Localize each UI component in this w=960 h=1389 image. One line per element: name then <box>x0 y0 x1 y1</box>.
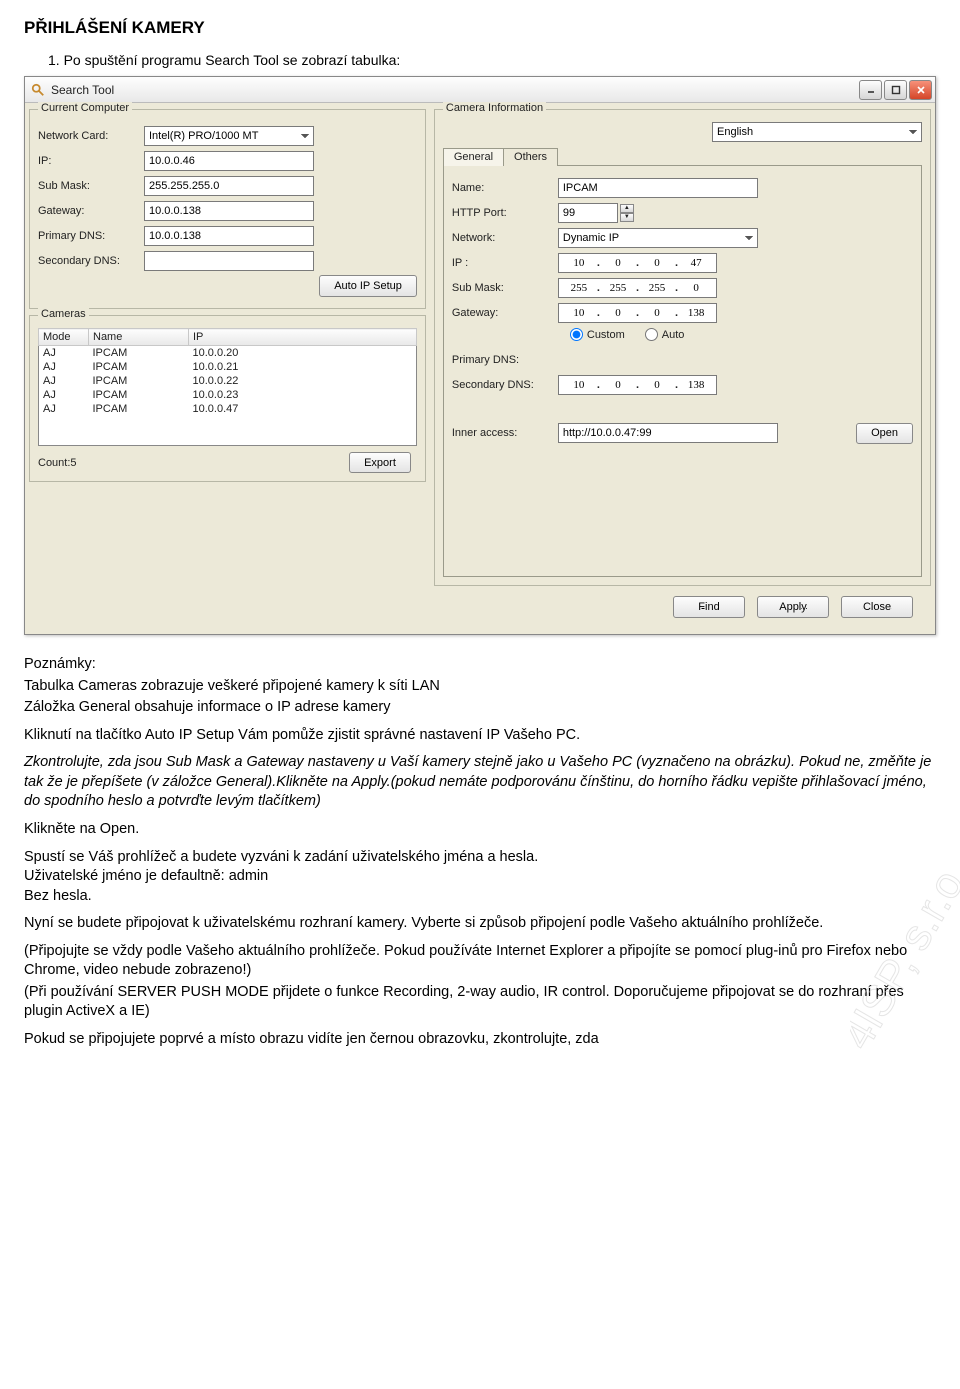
current-computer-legend: Current Computer <box>38 102 132 114</box>
general-tab-panel: Name: HTTP Port: ▲ ▼ <box>443 165 922 577</box>
ip-input[interactable] <box>144 151 314 171</box>
inner-access-input[interactable] <box>558 423 778 443</box>
ip-octet[interactable] <box>641 281 673 295</box>
apply-button[interactable]: Apply <box>757 596 829 618</box>
ip-octet[interactable] <box>641 378 673 392</box>
camera-information-group: Camera Information English General Other… <box>434 109 931 586</box>
ip-octet[interactable] <box>602 256 634 270</box>
intro-line: 1. Po spuštění programu Search Tool se z… <box>48 52 936 68</box>
label-name: Name: <box>452 182 558 194</box>
radio-auto[interactable]: Auto <box>645 328 685 341</box>
ip-octet[interactable] <box>641 256 673 270</box>
camera-gateway-input[interactable]: . . . <box>558 303 717 323</box>
ip-octet[interactable] <box>563 256 595 270</box>
label-camera-gateway: Gateway: <box>452 307 558 319</box>
label-network: Network: <box>452 232 558 244</box>
network-card-select[interactable]: Intel(R) PRO/1000 MT <box>144 126 314 146</box>
close-button[interactable]: Close <box>841 596 913 618</box>
minimize-button[interactable] <box>859 80 882 100</box>
label-secondary-dns: Secondary DNS: <box>38 255 144 267</box>
label-http-port: HTTP Port: <box>452 207 558 219</box>
secondary-dns-input[interactable] <box>144 251 314 271</box>
ip-octet[interactable] <box>680 378 712 392</box>
titlebar: Search Tool <box>25 77 935 103</box>
ip-octet[interactable] <box>602 306 634 320</box>
ip-octet[interactable] <box>602 281 634 295</box>
cameras-legend: Cameras <box>38 308 89 320</box>
label-submask: Sub Mask: <box>38 180 144 192</box>
note-1: Tabulka Cameras zobrazuje veškeré připoj… <box>24 677 936 697</box>
camera-information-legend: Camera Information <box>443 102 546 114</box>
table-row[interactable]: AJIPCAM10.0.0.22 <box>39 374 417 388</box>
close-window-button[interactable] <box>909 80 932 100</box>
note-2: Záložka General obsahuje informace o IP … <box>24 698 936 718</box>
submask-input[interactable] <box>144 176 314 196</box>
page-title: PŘIHLÁŠENÍ KAMERY <box>24 18 936 38</box>
table-row[interactable]: AJIPCAM10.0.0.21 <box>39 360 417 374</box>
ip-octet[interactable] <box>563 378 595 392</box>
search-tool-window: Search Tool Current Computer Network Car… <box>24 76 936 635</box>
app-icon <box>31 83 45 97</box>
cameras-group: Cameras Mode Name IP AJIPCAM10.0.0.20 AJ… <box>29 315 426 482</box>
paragraph-connect: Nyní se budete připojovat k uživatelském… <box>24 914 936 934</box>
count-label: Count:5 <box>38 457 77 469</box>
primary-dns-input[interactable] <box>144 226 314 246</box>
label-gateway: Gateway: <box>38 205 144 217</box>
spin-up-icon[interactable]: ▲ <box>620 204 634 213</box>
window-title: Search Tool <box>51 83 857 97</box>
language-select[interactable]: English <box>712 122 922 142</box>
spin-down-icon[interactable]: ▼ <box>620 213 634 222</box>
notes-heading: Poznámky: <box>24 655 936 675</box>
paragraph-check: Zkontrolujte, zda jsou Sub Mask a Gatewa… <box>24 753 936 812</box>
ip-octet[interactable] <box>602 378 634 392</box>
paragraph-auto-ip: Kliknutí na tlačítko Auto IP Setup Vám p… <box>24 726 936 746</box>
tab-general[interactable]: General <box>443 148 504 166</box>
paragraph-serverpush: (Při používání SERVER PUSH MODE přijdete… <box>24 983 936 1022</box>
label-primary-dns: Primary DNS: <box>38 230 144 242</box>
ip-octet[interactable] <box>563 281 595 295</box>
col-name[interactable]: Name <box>89 329 189 346</box>
camera-submask-input[interactable]: . . . <box>558 278 717 298</box>
ip-octet[interactable] <box>563 306 595 320</box>
camera-name-input[interactable] <box>558 178 758 198</box>
camera-ip-input[interactable]: . . . <box>558 253 717 273</box>
table-row[interactable]: AJIPCAM10.0.0.23 <box>39 388 417 402</box>
label-network-card: Network Card: <box>38 130 144 142</box>
table-row[interactable]: AJIPCAM10.0.0.47 <box>39 402 417 446</box>
ip-octet[interactable] <box>680 256 712 270</box>
find-button[interactable]: Find <box>673 596 745 618</box>
label-camera-primary-dns: Primary DNS: <box>452 354 558 366</box>
col-ip[interactable]: IP <box>189 329 417 346</box>
open-button[interactable]: Open <box>856 423 913 444</box>
paragraph-warning: (Připojujte se vždy podle Vašeho aktuáln… <box>24 942 936 981</box>
paragraph-browser: Spustí se Váš prohlížeč a budete vyzváni… <box>24 848 936 907</box>
maximize-button[interactable] <box>884 80 907 100</box>
label-camera-submask: Sub Mask: <box>452 282 558 294</box>
ip-octet[interactable] <box>680 306 712 320</box>
label-camera-secondary-dns: Secondary DNS: <box>452 379 558 391</box>
gateway-input[interactable] <box>144 201 314 221</box>
col-mode[interactable]: Mode <box>39 329 89 346</box>
table-row[interactable]: AJIPCAM10.0.0.20 <box>39 346 417 361</box>
export-button[interactable]: Export <box>349 452 411 473</box>
paragraph-black-screen: Pokud se připojujete poprvé a místo obra… <box>24 1030 936 1050</box>
tab-others[interactable]: Others <box>503 148 558 166</box>
radio-custom[interactable]: Custom <box>570 328 625 341</box>
paragraph-open: Klikněte na Open. <box>24 820 936 840</box>
label-inner-access: Inner access: <box>452 427 558 439</box>
cameras-table[interactable]: Mode Name IP AJIPCAM10.0.0.20 AJIPCAM10.… <box>38 328 417 446</box>
current-computer-group: Current Computer Network Card: Intel(R) … <box>29 109 426 309</box>
ip-octet[interactable] <box>641 306 673 320</box>
auto-ip-setup-button[interactable]: Auto IP Setup <box>319 275 417 297</box>
label-camera-ip: IP : <box>452 257 558 269</box>
camera-secondary-dns-input[interactable]: . . . <box>558 375 717 395</box>
ip-octet[interactable] <box>680 281 712 295</box>
label-ip: IP: <box>38 155 144 167</box>
network-type-select[interactable]: Dynamic IP <box>558 228 758 248</box>
http-port-input[interactable] <box>558 203 618 223</box>
